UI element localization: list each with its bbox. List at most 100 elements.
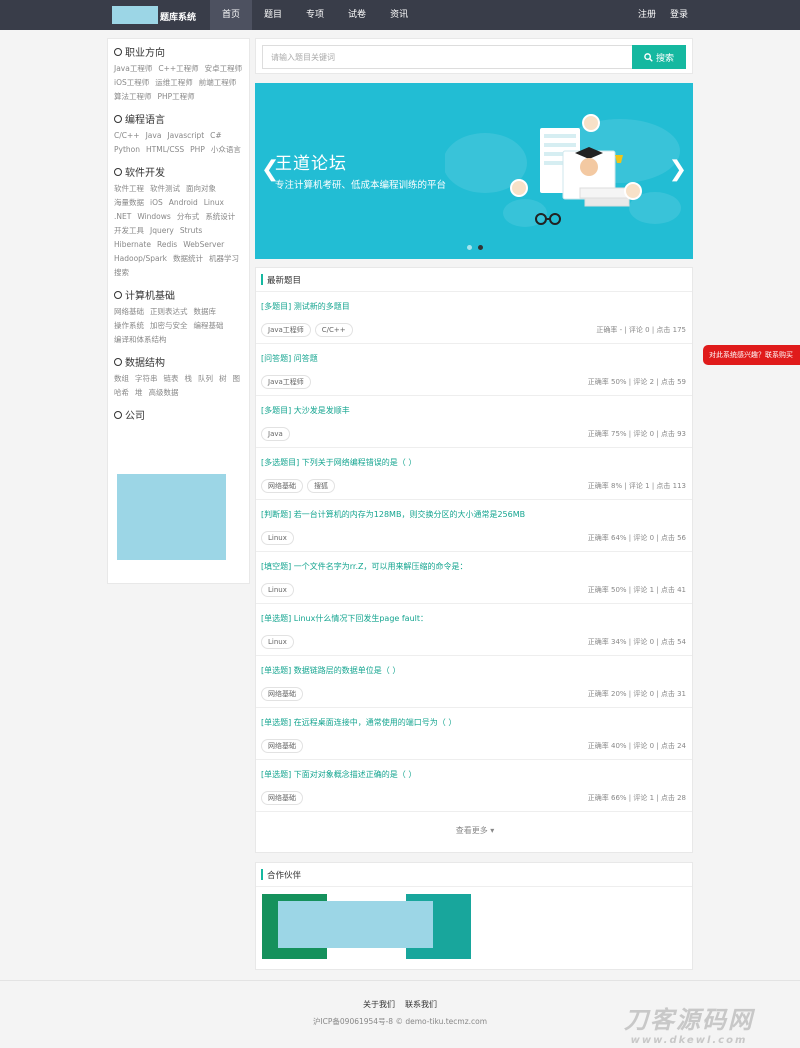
sidebar-tag-link[interactable]: 栈 — [185, 374, 193, 384]
sidebar-tag-link[interactable]: Javascript — [167, 131, 204, 141]
sidebar-tag-link[interactable]: PHP — [190, 145, 205, 155]
sidebar-tag-link[interactable]: 树 — [219, 374, 227, 384]
carousel-prev-arrow-icon[interactable]: ❮ — [261, 159, 279, 181]
sidebar-tag-link[interactable]: PHP工程师 — [158, 92, 195, 102]
sidebar-tag-link[interactable]: iOS工程师 — [114, 78, 149, 88]
sidebar-category-title[interactable]: 软件开发 — [114, 164, 243, 179]
carousel-dot-1[interactable] — [467, 245, 472, 250]
question-tag[interactable]: 搜狐 — [307, 479, 335, 493]
sidebar-category-title[interactable]: 计算机基础 — [114, 287, 243, 302]
sidebar-tag-link[interactable]: 编程基础 — [194, 321, 224, 331]
sidebar-tag-link[interactable]: WebServer — [183, 240, 224, 250]
sidebar-tag-link[interactable]: 操作系统 — [114, 321, 144, 331]
nav-home[interactable]: 首页 — [210, 0, 253, 30]
sidebar-tag-link[interactable]: 软件测试 — [150, 184, 180, 194]
sidebar-tag-link[interactable]: C++工程师 — [158, 64, 198, 74]
question-title-link[interactable]: [单选题] 下面对对象概念描述正确的是（ ） — [261, 769, 416, 780]
sidebar-tag-link[interactable]: Java — [146, 131, 162, 141]
login-link[interactable]: 登录 — [670, 0, 688, 30]
sidebar-tag-link[interactable]: 前端工程师 — [199, 78, 237, 88]
sidebar-tag-link[interactable]: 队列 — [198, 374, 213, 384]
carousel-next-arrow-icon[interactable]: ❯ — [669, 159, 687, 181]
sidebar-tag-link[interactable]: 正则表达式 — [150, 307, 188, 317]
sidebar-tag-link[interactable]: 海量数据 — [114, 198, 144, 208]
site-logo[interactable]: 题库系统 — [112, 6, 202, 24]
question-title-link[interactable]: [多选题目] 下列关于网络编程错误的是（ ） — [261, 457, 416, 468]
contact-purchase-float-button[interactable]: 对此系统感兴趣？联系购买 — [703, 345, 800, 365]
sidebar-tag-link[interactable]: Android — [169, 198, 198, 208]
sidebar-tag-link[interactable]: Jquery — [150, 226, 174, 236]
sidebar-tag-link[interactable]: 小众语言 — [211, 145, 241, 155]
sidebar-tag-link[interactable]: 网络基础 — [114, 307, 144, 317]
sidebar-tag-link[interactable]: 安卓工程师 — [205, 64, 243, 74]
sidebar-tag-link[interactable]: C# — [210, 131, 222, 141]
search-button[interactable]: 搜索 — [632, 45, 686, 69]
question-title-link[interactable]: [单选题] Linux什么情况下回发生page fault： — [261, 613, 428, 624]
question-title-link[interactable]: [填空题] 一个文件名字为rr.Z，可以用来解压缩的命令是： — [261, 561, 468, 572]
sidebar-category-title[interactable]: 编程语言 — [114, 111, 243, 126]
footer-about-link[interactable]: 关于我们 — [363, 999, 395, 1010]
sidebar-tag-link[interactable]: Hibernate — [114, 240, 151, 250]
sidebar-tag-link[interactable]: 堆 — [135, 388, 143, 398]
sidebar-tag-link[interactable]: Hadoop/Spark — [114, 254, 167, 264]
sidebar-tag-link[interactable]: 哈希 — [114, 388, 129, 398]
sidebar-tag-link[interactable]: Java工程师 — [114, 64, 152, 74]
sidebar-tag-link[interactable]: 机器学习 — [209, 254, 239, 264]
nav-topics[interactable]: 专项 — [294, 0, 336, 30]
sidebar-tag-link[interactable]: 数据库 — [194, 307, 217, 317]
sidebar-tag-link[interactable]: 系统设计 — [205, 212, 235, 222]
load-more-link[interactable]: 查看更多 ▾ — [256, 825, 694, 836]
sidebar-tag-link[interactable]: 图 — [233, 374, 241, 384]
footer-contact-link[interactable]: 联系我们 — [405, 999, 437, 1010]
nav-questions[interactable]: 题目 — [252, 0, 294, 30]
question-tag[interactable]: Java — [261, 427, 290, 441]
question-tag[interactable]: Linux — [261, 531, 294, 545]
question-title-link[interactable]: [多题目] 测试新的多题目 — [261, 301, 350, 312]
question-title-link[interactable]: [问答题] 问答题 — [261, 353, 318, 364]
question-tag[interactable]: C/C++ — [314, 323, 353, 337]
question-tag[interactable]: Linux — [261, 583, 294, 597]
search-input[interactable] — [262, 45, 640, 69]
sidebar-tag-link[interactable]: 运维工程师 — [155, 78, 193, 88]
sidebar-tag-link[interactable]: 数据统计 — [173, 254, 203, 264]
sidebar-tag-link[interactable]: C/C++ — [114, 131, 140, 141]
sidebar-tag-link[interactable]: 数组 — [114, 374, 129, 384]
sidebar-tag-link[interactable]: 高级数据 — [149, 388, 179, 398]
sidebar-tag-link[interactable]: 搜索 — [114, 268, 129, 278]
sidebar-tag-link[interactable]: Python — [114, 145, 140, 155]
sidebar-tag-link[interactable]: 软件工程 — [114, 184, 144, 194]
question-title-link[interactable]: [单选题] 数据链路层的数据单位是（ ） — [261, 665, 400, 676]
sidebar-tag-link[interactable]: 字符串 — [135, 374, 158, 384]
sidebar-tag-link[interactable]: Windows — [137, 212, 170, 222]
question-tag[interactable]: 网络基础 — [261, 739, 303, 753]
sidebar-category-title[interactable]: 数据结构 — [114, 354, 243, 369]
question-title-link[interactable]: [单选题] 在远程桌面连接中，通常使用的端口号为（ ） — [261, 717, 456, 728]
sidebar-tag-link[interactable]: HTML/CSS — [146, 145, 184, 155]
banner-carousel[interactable]: 王道论坛 专注计算机考研、低成本编程训练的平台 ❮ ❯ — [255, 83, 693, 259]
sidebar-tag-link[interactable]: 面向对象 — [186, 184, 216, 194]
sidebar-tag-link[interactable]: 算法工程师 — [114, 92, 152, 102]
question-tag[interactable]: Java工程师 — [261, 375, 311, 389]
sidebar-tag-link[interactable]: 链表 — [164, 374, 179, 384]
carousel-dot-2[interactable] — [478, 245, 483, 250]
sidebar-tag-link[interactable]: 分布式 — [177, 212, 200, 222]
question-tag[interactable]: 网络基础 — [261, 687, 303, 701]
question-title-link[interactable]: [多题目] 大沙发是发顺丰 — [261, 405, 350, 416]
sidebar-tag-link[interactable]: Linux — [204, 198, 224, 208]
question-tag[interactable]: Java工程师 — [261, 323, 311, 337]
sidebar-category-title[interactable]: 职业方向 — [114, 44, 243, 59]
sidebar-tag-link[interactable]: Redis — [157, 240, 177, 250]
sidebar-tag-link[interactable]: 开发工具 — [114, 226, 144, 236]
question-tag[interactable]: 网络基础 — [261, 479, 303, 493]
sidebar-tag-link[interactable]: .NET — [114, 212, 131, 222]
nav-news[interactable]: 资讯 — [378, 0, 420, 30]
question-tag[interactable]: 网络基础 — [261, 791, 303, 805]
question-title-link[interactable]: [判断题] 若一台计算机的内存为128MB，则交换分区的大小通常是256MB — [261, 509, 525, 520]
nav-papers[interactable]: 试卷 — [336, 0, 378, 30]
sidebar-tag-link[interactable]: Struts — [180, 226, 202, 236]
question-tag[interactable]: Linux — [261, 635, 294, 649]
sidebar-category-title[interactable]: 公司 — [114, 407, 243, 422]
sidebar-tag-link[interactable]: 加密与安全 — [150, 321, 188, 331]
sidebar-tag-link[interactable]: iOS — [150, 198, 163, 208]
sidebar-tag-link[interactable]: 编译和体系结构 — [114, 335, 167, 345]
